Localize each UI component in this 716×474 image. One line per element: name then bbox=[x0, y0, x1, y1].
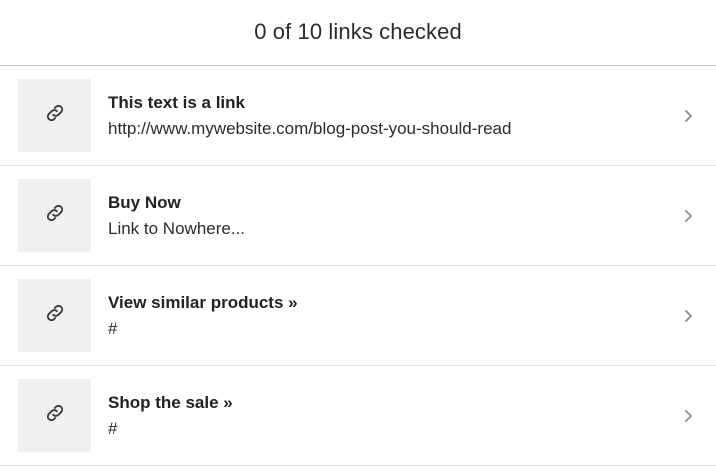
link-details: Buy Now Link to Nowhere... bbox=[108, 192, 680, 240]
link-details: Shop the sale » # bbox=[108, 392, 680, 440]
link-thumbnail bbox=[18, 79, 91, 152]
link-text: Shop the sale » bbox=[108, 392, 233, 412]
link-url: Link to Nowhere... bbox=[108, 218, 246, 238]
link-text: This text is a link bbox=[108, 92, 245, 112]
link-icon bbox=[44, 402, 66, 429]
link-url: # bbox=[108, 318, 118, 338]
chevron-right-icon[interactable] bbox=[680, 308, 696, 324]
link-list: This text is a link http://www.mywebsite… bbox=[0, 66, 716, 466]
link-thumbnail bbox=[18, 179, 91, 252]
link-details: View similar products » # bbox=[108, 292, 680, 340]
link-thumbnail bbox=[18, 279, 91, 352]
link-icon bbox=[44, 202, 66, 229]
chevron-right-icon[interactable] bbox=[680, 208, 696, 224]
link-row[interactable]: View similar products » # bbox=[0, 266, 716, 366]
link-icon bbox=[44, 302, 66, 329]
link-text: View similar products » bbox=[108, 292, 298, 312]
link-url: http://www.mywebsite.com/blog-post-you-s… bbox=[108, 118, 512, 138]
link-thumbnail bbox=[18, 379, 91, 452]
link-icon bbox=[44, 102, 66, 129]
header: 0 of 10 links checked bbox=[0, 0, 716, 66]
chevron-right-icon[interactable] bbox=[680, 108, 696, 124]
link-details: This text is a link http://www.mywebsite… bbox=[108, 92, 680, 140]
link-row[interactable]: Buy Now Link to Nowhere... bbox=[0, 166, 716, 266]
links-checked-counter: 0 of 10 links checked bbox=[254, 18, 462, 44]
chevron-right-icon[interactable] bbox=[680, 408, 696, 424]
link-row[interactable]: This text is a link http://www.mywebsite… bbox=[0, 66, 716, 166]
link-row[interactable]: Shop the sale » # bbox=[0, 366, 716, 466]
link-url: # bbox=[108, 418, 118, 438]
link-text: Buy Now bbox=[108, 192, 181, 212]
